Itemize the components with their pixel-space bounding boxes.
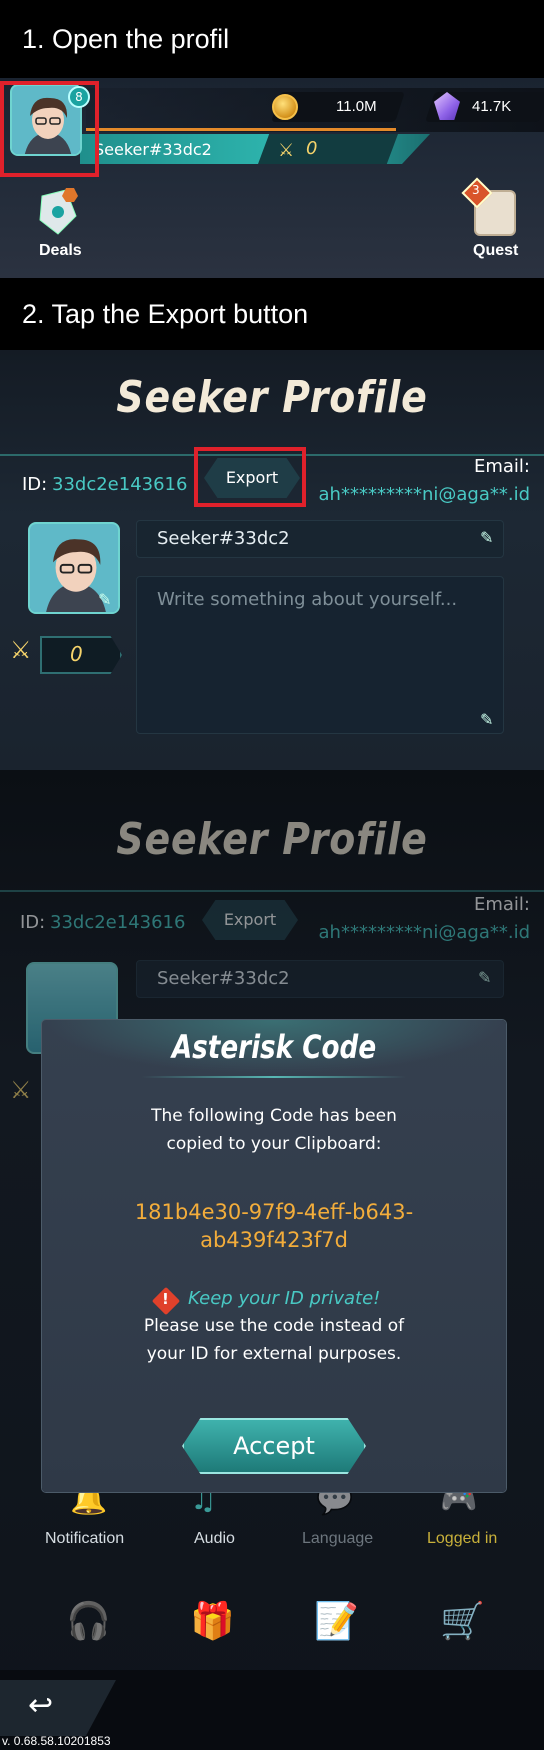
email-value: ah*********ni@aga**.id (318, 922, 530, 943)
avatar-edit-pencil-icon[interactable]: ✎ (98, 590, 111, 609)
dialog-title: Asterisk Code (171, 1028, 377, 1066)
step1-caption: 1. Open the profil (0, 0, 544, 78)
gold-value: 11.0M (336, 98, 377, 115)
email-label: Email: (473, 894, 530, 915)
highlight-avatar-box (0, 81, 99, 177)
crossed-swords-icon: ⚔ (10, 636, 32, 664)
audio-label[interactable]: Audio (194, 1530, 235, 1548)
name-field[interactable]: Seeker#33dc2 (136, 520, 504, 558)
notification-label[interactable]: Notification (45, 1530, 124, 1548)
export-button[interactable]: Export (202, 900, 298, 940)
notes-icon[interactable]: 📝 (314, 1600, 359, 1642)
quest-label: Quest (473, 242, 519, 259)
deals-label: Deals (39, 242, 82, 259)
name-field[interactable]: Seeker#33dc2 (136, 960, 504, 998)
highlight-export-box (194, 447, 306, 507)
email-value: ah*********ni@aga**.id (318, 484, 530, 505)
deals-icon[interactable] (36, 186, 82, 238)
asterisk-code-line1[interactable]: 181b4e30-97f9-4eff-b643- (42, 1198, 506, 1226)
hud-rank-value: 0 (306, 138, 318, 159)
crossed-swords-icon: ⚔ (10, 1076, 32, 1104)
step2-caption: 2. Tap the Export button (0, 278, 544, 350)
divider (0, 890, 544, 892)
accept-button[interactable]: Accept (182, 1418, 366, 1474)
bio-textarea[interactable]: Write something about yourself... (136, 576, 504, 734)
gold-coin-icon (272, 94, 298, 120)
support-headset-icon[interactable]: 🎧 (66, 1600, 111, 1642)
dialog-title-divider (142, 1076, 406, 1078)
profile-title: Seeker Profile (116, 372, 428, 423)
email-label: Email: (473, 456, 530, 477)
crossed-swords-icon: ⚔ (278, 140, 295, 161)
dialog-warning-line2: your ID for external purposes. (146, 1344, 402, 1364)
id-value: 33dc2e143616 (50, 912, 186, 933)
dialog-message-line1: The following Code has been (151, 1106, 397, 1126)
rank-value: 0 (70, 642, 83, 666)
language-label[interactable]: Language (302, 1530, 373, 1548)
version-text: v. 0.68.58.10201853 (2, 1734, 111, 1748)
id-label: ID: (22, 474, 48, 495)
profile-title: Seeker Profile (116, 814, 428, 865)
back-arrow-icon[interactable]: ↩ (28, 1688, 53, 1723)
id-label: ID: (20, 912, 46, 933)
gem-value: 41.7K (472, 98, 512, 115)
id-value: 33dc2e143616 (52, 474, 188, 495)
name-edit-pencil-icon[interactable]: ✎ (480, 528, 493, 547)
bio-edit-pencil-icon[interactable]: ✎ (480, 710, 493, 729)
asterisk-code-line2[interactable]: ab439f423f7d (42, 1226, 506, 1254)
hud-player-name: Seeker#33dc2 (94, 140, 212, 159)
dialog-warning-line1: Please use the code instead of (143, 1316, 405, 1336)
xp-progress-bar (86, 128, 396, 131)
logged-in-label[interactable]: Logged in (427, 1530, 497, 1548)
gift-icon[interactable]: 🎁 (190, 1600, 235, 1642)
quest-badge-count: 3 (472, 183, 480, 197)
profile-panel: Seeker Profile ID: 33dc2e143616 Export E… (0, 350, 544, 770)
shop-cart-icon[interactable]: 🛒 (440, 1600, 485, 1642)
dialog-message-line2: copied to your Clipboard: (166, 1134, 382, 1154)
warning-exclamation-icon: ! (162, 1290, 169, 1308)
name-edit-pencil-icon[interactable]: ✎ (478, 968, 491, 987)
warning-title: Keep your ID private! (188, 1288, 381, 1309)
